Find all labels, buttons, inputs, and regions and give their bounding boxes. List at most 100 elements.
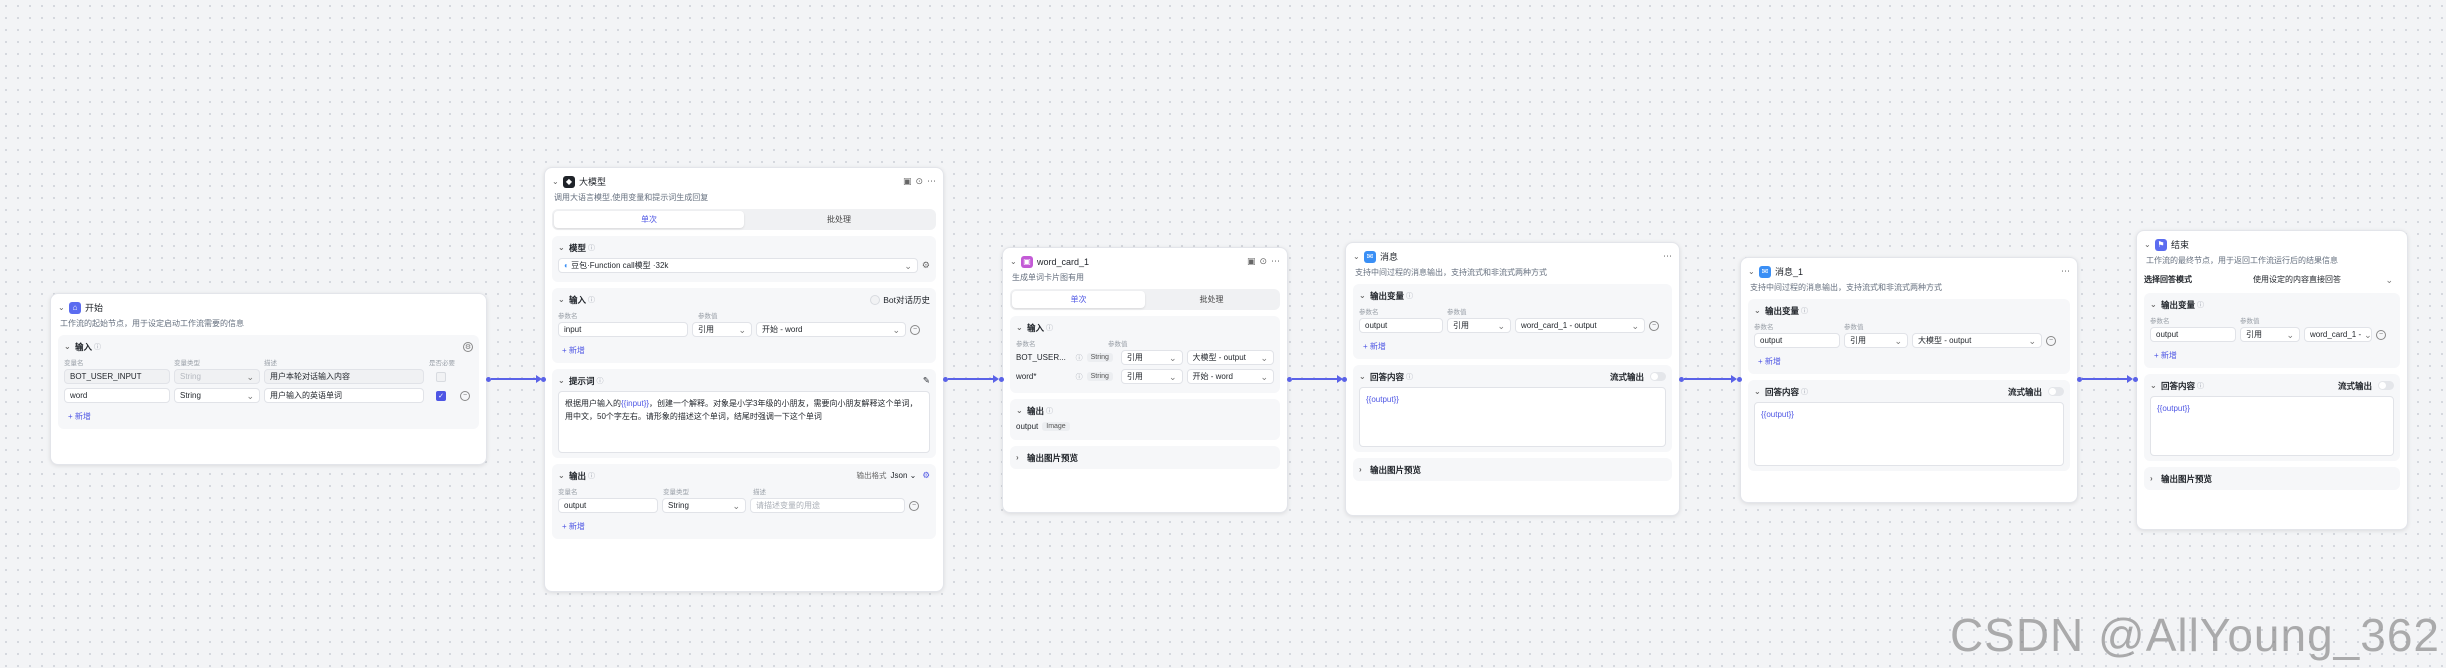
- more-icon[interactable]: ⋯: [1663, 251, 1672, 262]
- answer-mode-select[interactable]: 使用设定的内容直接回答: [2248, 272, 2398, 287]
- required-checkbox[interactable]: [436, 371, 446, 382]
- tab-single[interactable]: 单次: [554, 211, 744, 228]
- variable-value-select[interactable]: 大模型 - output: [1912, 333, 2042, 348]
- param-value-select[interactable]: 大模型 - output: [1186, 350, 1274, 365]
- bot-history-checkbox[interactable]: [870, 294, 881, 305]
- start-node[interactable]: ⌄ ⌂ 开始 工作流的起始节点，用于设定启动工作流需要的信息 ⌄ 输入 ⓘ ⚙ 变量…: [50, 293, 487, 465]
- stream-output-toggle[interactable]: [2048, 387, 2064, 396]
- variable-name-input[interactable]: word: [64, 388, 170, 403]
- section-chevron-icon[interactable]: ⌄: [2150, 300, 2161, 309]
- param-ref-select[interactable]: 引用: [692, 322, 752, 337]
- section-chevron-icon[interactable]: ⌄: [1016, 323, 1027, 332]
- output-type-select[interactable]: String: [662, 498, 746, 513]
- variable-desc-input[interactable]: 用户本轮对话输入内容: [264, 369, 424, 384]
- section-chevron-icon[interactable]: ⌄: [558, 295, 569, 304]
- settings-icon[interactable]: ⚙: [463, 341, 473, 352]
- tab-single[interactable]: 单次: [1012, 291, 1145, 308]
- collapse-chevron-icon[interactable]: ⌄: [1353, 252, 1364, 261]
- collapse-chevron-icon[interactable]: ⌄: [2144, 240, 2155, 249]
- section-chevron-icon[interactable]: ⌄: [1754, 306, 1765, 315]
- param-ref-select[interactable]: 引用: [1120, 350, 1183, 365]
- prompt-textarea[interactable]: 根据用户输入的{{input}}，创建一个解释。对象是小学3年级的小朋友，需要向…: [558, 391, 930, 453]
- collapse-chevron-icon[interactable]: ⌄: [552, 177, 563, 186]
- reply-textarea[interactable]: {{output}}: [2150, 396, 2394, 456]
- add-output-button[interactable]: + 新增: [558, 519, 589, 534]
- remove-icon[interactable]: −: [2046, 335, 2056, 346]
- section-chevron-icon[interactable]: ⌄: [558, 376, 569, 385]
- section-chevron-icon[interactable]: ⌄: [64, 342, 75, 351]
- variable-ref-select[interactable]: 引用: [1447, 318, 1511, 333]
- run-icon[interactable]: ⊙: [915, 176, 923, 187]
- output-name-input[interactable]: output: [558, 498, 658, 513]
- collapse-chevron-icon[interactable]: ⌄: [58, 303, 69, 312]
- variable-ref-select[interactable]: 引用: [1844, 333, 1908, 348]
- output-settings-icon[interactable]: ⚙: [922, 470, 930, 481]
- section-chevron-icon[interactable]: ⌄: [1016, 406, 1027, 415]
- param-name-input[interactable]: input: [558, 322, 688, 337]
- edge-port-dot[interactable]: [541, 377, 546, 382]
- section-chevron-icon[interactable]: ⌄: [1754, 387, 1765, 396]
- add-variable-button[interactable]: + 新增: [1359, 339, 1390, 354]
- llm-node[interactable]: ⌄ ◆ 大模型 ▣ ⊙ ⋯ 调用大语言模型,使用变量和提示词生成回复 单次 批处理 …: [544, 167, 944, 592]
- more-icon[interactable]: ⋯: [1271, 256, 1280, 267]
- tab-batch[interactable]: 批处理: [1145, 291, 1278, 308]
- add-param-button[interactable]: + 新增: [558, 343, 589, 358]
- run-icon[interactable]: ⊙: [1259, 256, 1267, 267]
- variable-type-select[interactable]: String: [174, 369, 260, 384]
- edge-port-dot[interactable]: [1737, 377, 1742, 382]
- section-chevron-icon[interactable]: ⌄: [558, 243, 569, 252]
- edge-port-dot[interactable]: [1342, 377, 1347, 382]
- param-ref-select[interactable]: 引用: [1120, 369, 1183, 384]
- variable-value-select[interactable]: word_card_1 - output: [1515, 318, 1645, 333]
- expand-chevron-icon[interactable]: ›: [2150, 474, 2161, 483]
- variable-desc-input[interactable]: 用户输入的英语单词: [264, 388, 424, 403]
- collapse-chevron-icon[interactable]: ⌄: [1748, 267, 1759, 276]
- variable-name-input[interactable]: output: [2150, 327, 2236, 342]
- tab-batch[interactable]: 批处理: [744, 211, 934, 228]
- remove-icon[interactable]: −: [1649, 320, 1659, 331]
- stream-output-toggle[interactable]: [1650, 372, 1666, 381]
- add-variable-button[interactable]: + 新增: [64, 409, 95, 424]
- message-node-1[interactable]: ⌄ ✉ 消息_1 ⋯ 支持中间过程的消息输出，支持流式和非流式两种方式 ⌄ 输出变…: [1740, 257, 2078, 503]
- end-node[interactable]: ⌄ ⚑ 结束 工作流的最终节点，用于返回工作流运行后的结果信息 选择回答模式 使…: [2136, 230, 2408, 530]
- more-icon[interactable]: ⋯: [2061, 266, 2070, 277]
- output-desc-input[interactable]: 请描述变量的用途: [750, 498, 905, 513]
- section-chevron-icon[interactable]: ⌄: [1359, 372, 1370, 381]
- section-chevron-icon[interactable]: ⌄: [2150, 381, 2161, 390]
- reply-textarea[interactable]: {{output}}: [1359, 387, 1666, 447]
- variable-name-input[interactable]: BOT_USER_INPUT: [64, 369, 170, 384]
- add-variable-button[interactable]: + 新增: [1754, 354, 1785, 369]
- expand-chevron-icon[interactable]: ›: [1359, 465, 1370, 474]
- variable-name-input[interactable]: output: [1754, 333, 1840, 348]
- reply-textarea[interactable]: {{output}}: [1754, 402, 2064, 466]
- param-value-select[interactable]: 开始 - word: [756, 322, 906, 337]
- output-format-select[interactable]: Json ⌄: [891, 471, 917, 480]
- remove-icon[interactable]: −: [460, 390, 470, 401]
- add-variable-button[interactable]: + 新增: [2150, 348, 2181, 363]
- remove-icon[interactable]: −: [910, 324, 920, 335]
- expand-chevron-icon[interactable]: ›: [1016, 453, 1027, 462]
- stream-output-toggle[interactable]: [2378, 381, 2394, 390]
- debug-icon[interactable]: ▣: [1247, 256, 1256, 267]
- edge-port-dot[interactable]: [999, 377, 1004, 382]
- more-icon[interactable]: ⋯: [927, 176, 936, 187]
- remove-icon[interactable]: −: [909, 500, 919, 511]
- variable-type-select[interactable]: String: [174, 388, 260, 403]
- section-chevron-icon[interactable]: ⌄: [558, 471, 569, 480]
- debug-icon[interactable]: ▣: [903, 176, 912, 187]
- edge-port-dot[interactable]: [2133, 377, 2138, 382]
- remove-icon[interactable]: −: [2376, 329, 2386, 340]
- variable-name-input[interactable]: output: [1359, 318, 1443, 333]
- prompt-optimize-icon[interactable]: ✎: [923, 375, 930, 386]
- variable-ref-select[interactable]: 引用: [2240, 327, 2300, 342]
- model-settings-icon[interactable]: ⚙: [922, 260, 930, 271]
- model-select[interactable]: ◐ 豆包·Function call模型 ·32k: [558, 258, 918, 273]
- message-node[interactable]: ⌄ ✉ 消息 ⋯ 支持中间过程的消息输出，支持流式和非流式两种方式 ⌄ 输出变量 ⓘ…: [1345, 242, 1680, 516]
- collapse-chevron-icon[interactable]: ⌄: [1010, 257, 1021, 266]
- plugin-node[interactable]: ⌄ ▣ word_card_1 ▣ ⊙ ⋯ 生成单词卡片图有用 单次 批处理 ⌄ 输入…: [1002, 247, 1288, 513]
- param-value-select[interactable]: 开始 - word: [1186, 369, 1274, 384]
- section-chevron-icon[interactable]: ⌄: [1359, 291, 1370, 300]
- output-name: output: [1016, 422, 1039, 431]
- required-checkbox[interactable]: ✓: [436, 390, 446, 401]
- variable-value-select[interactable]: word_card_1 -: [2304, 327, 2372, 342]
